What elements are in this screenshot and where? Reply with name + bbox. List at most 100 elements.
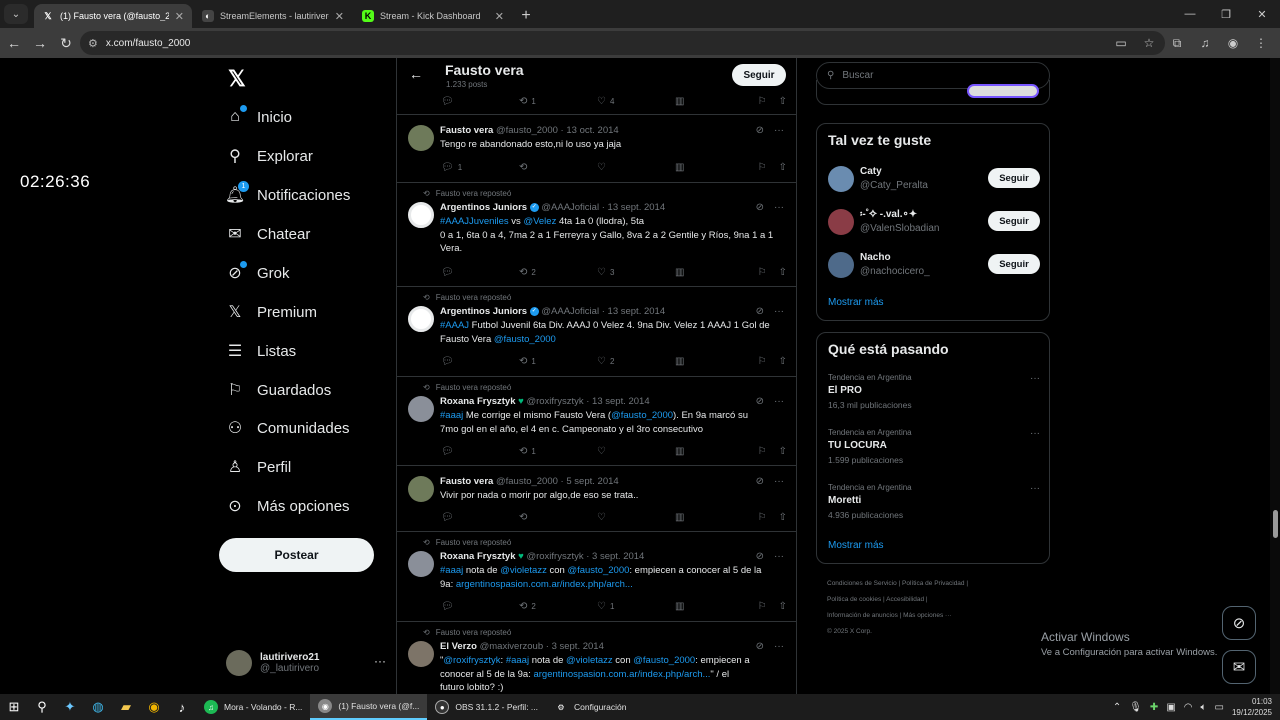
trend-item[interactable]: Tendencia en Argentina Moretti 4.936 pub… [828,483,1040,520]
like-button[interactable]: ♡ 4 [597,96,675,107]
repost-button[interactable]: ⟲ 2 [519,601,597,612]
follow-button[interactable]: Seguir [732,64,786,86]
share-icon[interactable]: ⇧ [779,356,787,367]
browser-tab[interactable]: 𝕏 (1) Fausto vera (@fausto_2000) ✕ [34,4,192,28]
bookmark-icon[interactable]: ⚐ [758,512,767,523]
site-info-icon[interactable]: ⚙ [88,37,98,50]
views-button[interactable]: ▥ [675,446,753,457]
grok-explain-icon[interactable]: ⊘ [756,306,764,317]
views-button[interactable]: ▥ [675,356,753,367]
post[interactable]: Fausto vera @fausto_2000 · 13 oct. 2014 … [397,115,796,183]
more-icon[interactable]: ··· [774,306,784,317]
nav-item-lists[interactable]: ☰ Listas [226,338,296,364]
grok-explain-icon[interactable]: ⊘ [756,125,764,136]
like-button[interactable]: ♡ [597,446,675,457]
chevron-up-icon[interactable]: ⌃ [1113,702,1121,713]
taskbar-app[interactable]: ● OBS 31.1.2 - Perfil: ... [427,694,546,720]
close-tab-icon[interactable]: ✕ [175,10,184,23]
bookmark-icon[interactable]: ⚐ [758,446,767,457]
more-icon[interactable]: ··· [1030,483,1040,494]
media-icon[interactable]: ♫ [1194,31,1216,55]
suggestion-item[interactable]: Caty @Caty_Peralta Seguir [828,166,1040,196]
volume-icon[interactable]: 🔈︎ [1201,702,1207,713]
repost-button[interactable]: ⟲ 1 [519,446,597,457]
wifi-icon[interactable]: ◠ [1184,702,1193,713]
views-button[interactable]: ▥ [675,512,753,523]
nav-item-profile[interactable]: ♙ Perfil [226,454,291,480]
new-tab-button[interactable]: + [514,4,538,28]
nav-item-bookmarks[interactable]: ⚐ Guardados [226,377,331,403]
extensions-icon[interactable]: ⧉ [1166,31,1188,55]
scrollbar-thumb[interactable] [1273,510,1278,538]
share-icon[interactable]: ⇧ [779,446,787,457]
bookmark-icon[interactable]: ⚐ [758,601,767,612]
repost-button[interactable]: ⟲ [519,162,597,173]
reply-button[interactable]: 💬︎ [441,267,519,278]
messages-fab-button[interactable]: ✉ [1222,650,1256,684]
reply-button[interactable]: 💬︎ [441,356,519,367]
microphone-icon[interactable]: 🎙︎ [1129,702,1142,713]
file-explorer-icon[interactable]: ▰ [112,694,140,720]
footer-row[interactable]: Condiciones de Servicio | Política de Pr… [827,576,1047,592]
search-icon[interactable]: ⚲ [28,694,56,720]
more-icon[interactable]: ··· [374,654,386,668]
bookmark-icon[interactable]: ⚐ [758,162,767,173]
nav-item-home[interactable]: ⌂ Inicio [226,104,292,130]
close-tab-icon[interactable]: ✕ [335,10,344,23]
taskbar-app[interactable]: ♫ Mora - Volando - R... [196,694,310,720]
suggestion-item[interactable]: ፡-˚✧ -.val.∘✦ @ValenSlobadian Seguir [828,209,1040,239]
nav-item-more[interactable]: ⊙ Más opciones [226,493,349,519]
views-button[interactable]: ▥ [675,267,753,278]
views-button[interactable]: ▥ [675,162,753,173]
like-button[interactable]: ♡ [597,162,675,173]
back-icon[interactable]: ← [2,31,26,55]
tab-search-button[interactable]: ⌄ [4,4,28,24]
network-app-icon[interactable]: ✚ [1150,702,1158,713]
browser-tab[interactable]: ◐ StreamElements - lautirivero21 ✕ [194,4,352,28]
post[interactable]: ⟲ Fausto vera reposteó Roxana Frysztyk ♥ … [397,377,796,466]
suggestion-item[interactable]: Nacho @nachocicero_ Seguir [828,252,1040,282]
bookmark-icon[interactable]: ⚐ [758,267,767,278]
battery-icon[interactable]: ▭ [1215,702,1224,713]
grok-explain-icon[interactable]: ⊘ [756,551,764,562]
reply-button[interactable]: 💬︎ [441,601,519,612]
back-arrow-icon[interactable]: ← [409,66,423,82]
post[interactable]: ⟲ Fausto vera reposteó Argentinos Juniors… [397,183,796,287]
footer-row[interactable]: Política de cookies | Accesibilidad | [827,592,1047,608]
minimize-icon[interactable]: — [1172,0,1208,28]
repost-button[interactable]: ⟲ 1 [519,356,597,367]
system-clock[interactable]: 01:03 19/12/2025 [1232,696,1272,718]
restore-icon[interactable]: ❐ [1208,0,1244,28]
share-icon[interactable]: ⇧ [779,512,787,523]
bookmark-star-icon[interactable]: ☆ [1138,31,1160,55]
bookmark-icon[interactable]: ⚐ [758,356,767,367]
footer-row[interactable]: Información de anuncios | Más opciones ·… [827,608,1047,624]
copilot-icon[interactable]: ✦ [56,694,84,720]
grok-explain-icon[interactable]: ⊘ [756,641,764,652]
close-tab-icon[interactable]: ✕ [495,10,504,23]
repost-button[interactable]: ⟲ 1 [519,96,597,107]
browser-tab[interactable]: K Stream - Kick Dashboard ✕ [354,4,512,28]
share-icon[interactable]: ⇧ [779,601,787,612]
trend-item[interactable]: Tendencia en Argentina El PRO 16,3 mil p… [828,373,1040,410]
share-icon[interactable]: ⇧ [779,96,787,107]
follow-button[interactable]: Seguir [988,168,1040,188]
follow-button[interactable]: Seguir [988,254,1040,274]
share-icon[interactable]: ⇧ [779,162,787,173]
nav-item-explore[interactable]: ⚲ Explorar [226,143,313,169]
reply-button[interactable]: 💬︎ [441,512,519,523]
reply-button[interactable]: 💬︎ [441,446,519,457]
tiktok-icon[interactable]: ♪ [168,694,196,720]
post[interactable]: ⟲ Fausto vera reposteó El Verzo @maxiverz… [397,622,796,694]
more-icon[interactable]: ··· [774,396,784,407]
windows-start-icon[interactable]: ⊞ [0,694,28,720]
close-window-icon[interactable]: ✕ [1244,0,1280,28]
address-bar[interactable]: ⚙ x.com/fausto_2000 [80,31,1165,55]
like-button[interactable]: ♡ [597,512,675,523]
post-button[interactable]: Postear [219,538,374,572]
nav-item-chat[interactable]: ✉ Chatear [226,221,310,247]
like-button[interactable]: ♡ 3 [597,267,675,278]
grok-fab-button[interactable]: ⊘ [1222,606,1256,640]
page-scrollbar[interactable] [1270,58,1280,694]
more-icon[interactable]: ··· [774,641,784,652]
